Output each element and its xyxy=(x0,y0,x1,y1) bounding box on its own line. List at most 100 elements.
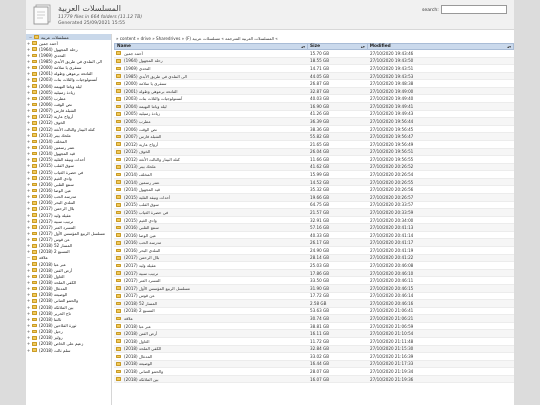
folder-name-link[interactable]: المسار 52 (2018) xyxy=(124,301,157,306)
expand-toggle-icon[interactable]: + xyxy=(26,206,31,211)
cell-name[interactable]: سنتع الفلبي (2016) xyxy=(114,225,308,230)
table-row[interactable]: الوضيعة (2018) 16.44 GB 27/10/2020 21:17:3… xyxy=(114,360,514,369)
table-row[interactable]: بلال الرحمن (2017) 28.14 GB 27/10/2020 20:… xyxy=(114,254,514,263)
cell-name[interactable]: كتلة البيتار والثالث الأنغة (2012) xyxy=(114,157,308,162)
tree-item[interactable]: + مسلسل الربيع المؤسس الأول (2017) xyxy=(26,230,111,236)
table-row[interactable]: ملحك بيتر (2013) 41.62 GB 27/10/2020 20:26… xyxy=(114,163,514,172)
table-row[interactable]: ترتيب سبية (2017) 17.86 GB 27/10/2020 20:4… xyxy=(114,269,514,278)
folder-name-link[interactable]: ترتيب سبية (2017) xyxy=(124,271,158,276)
table-row[interactable]: وادي الغيم (2015) 32.91 GB 27/10/2020 20:3… xyxy=(114,217,514,225)
expand-toggle-icon[interactable]: + xyxy=(26,243,31,248)
folder-name-link[interactable]: المخلف (2014) xyxy=(124,172,152,177)
expand-toggle-icon[interactable]: + xyxy=(26,329,31,334)
column-header-name[interactable]: Name ▴▾ xyxy=(115,43,309,50)
table-row[interactable]: عبر عبا (2018) 38.81 GB 27/10/2020 21:06:5… xyxy=(114,323,514,331)
cell-name[interactable]: رحلة المجهول (1964) xyxy=(114,58,308,63)
table-row[interactable]: بين الملائكة (2018) 16.07 GB 27/10/2020 21… xyxy=(114,375,514,384)
expand-toggle-icon[interactable]: + xyxy=(26,225,31,230)
expand-toggle-icon[interactable]: + xyxy=(26,298,31,303)
search-input[interactable] xyxy=(441,5,507,14)
table-row[interactable]: عنتر رسمين (2014) 14.52 GB 27/10/2020 20:2… xyxy=(114,178,514,187)
folder-name-link[interactable]: أرض الفتن (2018) xyxy=(124,331,157,336)
cell-name[interactable]: المخلف (2014) xyxy=(114,172,308,177)
expand-toggle-icon[interactable]: − xyxy=(26,255,31,260)
folder-name-link[interactable]: سنتع الفلبي (2016) xyxy=(124,225,159,230)
table-row[interactable]: زيادة زمنيلية (2005) 41.26 GB 27/10/2020 1… xyxy=(114,111,514,119)
cell-name[interactable]: في حضرة الغياب (2015) xyxy=(114,210,308,215)
folder-name-link[interactable]: الغاول (2018) xyxy=(124,339,150,344)
cell-name[interactable]: الخوف (2012) xyxy=(114,149,308,154)
table-row[interactable]: عين الوضا (2016) 40.33 GB 27/10/2020 20:41… xyxy=(114,232,514,240)
folder-name-link[interactable]: أرواح عارية (2012) xyxy=(124,142,158,147)
expand-toggle-icon[interactable]: + xyxy=(26,145,31,150)
table-row[interactable]: أحمد جمين 15.70 GB 27/10/2020 19:43:46 xyxy=(114,50,514,58)
expand-toggle-icon[interactable]: + xyxy=(26,292,31,297)
cell-name[interactable]: المسبع 2 (2018) xyxy=(114,308,308,313)
folder-name-link[interactable]: المسبع 2 (2018) xyxy=(124,308,155,313)
expand-toggle-icon[interactable]: + xyxy=(26,305,31,310)
table-row[interactable]: مطرب (2005) 36.39 GB 27/10/2020 19:56:44 xyxy=(114,118,514,126)
column-header-size[interactable]: Size ▴▾ xyxy=(308,43,368,50)
cell-name[interactable]: أرواح عارية (2012) xyxy=(114,142,308,147)
table-row[interactable]: ليلة وياما النهيمة (2004) 16.90 GB 27/10/2… xyxy=(114,103,514,111)
folder-name-link[interactable]: ملحك بيتر (2013) xyxy=(124,164,156,169)
cell-name[interactable]: المسار 52 (2018) xyxy=(114,301,308,306)
cell-name[interactable]: الشبلة فارس (2007) xyxy=(114,134,308,139)
column-header-modified[interactable]: Modified ▴▾ xyxy=(368,43,513,50)
folder-name-link[interactable]: في حضرة الغياب (2015) xyxy=(124,210,168,215)
table-row[interactable]: المسرد العنر (2017) 33.50 GB 27/10/2020 20… xyxy=(114,277,514,285)
expand-toggle-icon[interactable]: + xyxy=(26,249,31,254)
table-row[interactable]: الكفي الملحد (2018) 32.84 GB 27/10/2020 21… xyxy=(114,345,514,354)
expand-toggle-icon[interactable]: + xyxy=(26,120,31,125)
cell-name[interactable]: ملحك بيتر (2013) xyxy=(114,164,308,169)
cell-name[interactable]: أحداث ونيقة الفلية (2015) xyxy=(114,195,308,200)
expand-toggle-icon[interactable]: + xyxy=(26,84,31,89)
expand-toggle-icon[interactable]: + xyxy=(26,280,31,285)
expand-toggle-icon[interactable]: + xyxy=(26,262,31,267)
table-row[interactable]: سنتع الفلبي (2016) 57.16 GB 27/10/2020 20:… xyxy=(114,224,514,232)
table-row[interactable]: المخلف (2014) 15.99 GB 27/10/2020 20:26:54 xyxy=(114,171,514,179)
cell-name[interactable]: مسلسل الربيع المؤسس الأول (2017) xyxy=(114,286,308,291)
table-row[interactable]: الغاول (2018) 11.72 GB 27/10/2020 21:11:48 xyxy=(114,338,514,346)
expand-toggle-icon[interactable]: + xyxy=(26,41,31,46)
cell-name[interactable]: عنتر رسمين (2014) xyxy=(114,180,308,185)
cell-name[interactable]: ترتيب سبية (2017) xyxy=(114,271,308,276)
folder-name-link[interactable]: نص الوقت (2006) xyxy=(124,127,157,132)
cell-name[interactable]: سوق الفلب (2015) xyxy=(114,202,308,207)
folder-name-link[interactable]: الى النتلدي في طريق الأبدي (1985) xyxy=(124,74,187,79)
folder-name-link[interactable]: الوضيعة (2018) xyxy=(124,361,152,366)
table-row[interactable]: في حضرة الغياب (2015) 21.57 GB 27/10/2020 … xyxy=(114,209,514,217)
folder-name-link[interactable]: الشبلة فارس (2007) xyxy=(124,134,161,139)
cell-name[interactable]: المسرد العنر (2017) xyxy=(114,278,308,283)
expand-toggle-icon[interactable]: + xyxy=(26,317,31,322)
cell-name[interactable]: أنستولوجيات والثلاث بنات (2003) xyxy=(114,96,308,101)
table-row[interactable]: قيد المجهول (2014) 35.32 GB 27/10/2020 20:… xyxy=(114,186,514,194)
folder-name-link[interactable]: الفاتحة برعوهي وطوله (2001) xyxy=(124,89,178,94)
expand-toggle-icon[interactable]: + xyxy=(26,188,31,193)
expand-toggle-icon[interactable]: + xyxy=(26,170,31,175)
cell-name[interactable]: قيد المجهول (2014) xyxy=(114,187,308,192)
cell-name[interactable]: والحمو العناني (2018) xyxy=(114,369,308,374)
cell-name[interactable]: أرض الفتن (2018) xyxy=(114,331,308,336)
cell-name[interactable]: سنقرى يا سلامة (2000) xyxy=(114,81,308,86)
folder-name-link[interactable]: الكفي الملحد (2018) xyxy=(124,346,161,351)
cell-name[interactable]: عين الوضا (2016) xyxy=(114,233,308,238)
expand-toggle-icon[interactable]: + xyxy=(26,323,31,328)
expand-toggle-icon[interactable]: + xyxy=(26,237,31,242)
breadcrumb[interactable]: » content » drive » Sharedrives » (F) ال… xyxy=(114,34,514,43)
expand-toggle-icon[interactable]: + xyxy=(26,139,31,144)
table-row[interactable]: أنستولوجيات والثلاث بنات (2003) 40.03 GB 2… xyxy=(114,95,514,104)
folder-name-link[interactable]: المسرد العنر (2017) xyxy=(124,278,161,283)
expand-toggle-icon[interactable]: + xyxy=(26,151,31,156)
folder-name-link[interactable]: عبر عبا (2018) xyxy=(124,324,151,329)
cell-name[interactable]: علاقة xyxy=(114,316,308,321)
expand-toggle-icon[interactable]: + xyxy=(26,65,31,70)
folder-name-link[interactable]: أنستولوجيات والثلاث بنات (2003) xyxy=(124,96,182,101)
folder-name-link[interactable]: رحلة المجهول (1964) xyxy=(124,58,163,63)
cell-name[interactable]: بين الملائكة (2018) xyxy=(114,377,308,382)
cell-name[interactable]: النتلدي البحر (2016) xyxy=(114,248,308,253)
table-row[interactable]: النتلدي البحر (2016) 24.90 GB 27/10/2020 2… xyxy=(114,247,514,255)
folder-name-link[interactable]: بلال الرحمن (2017) xyxy=(124,255,159,260)
folder-name-link[interactable]: مدرسة الحب (2016) xyxy=(124,240,161,245)
table-row[interactable]: كتلة البيتار والثالث الأنغة (2012) 11.66 … xyxy=(114,156,514,164)
